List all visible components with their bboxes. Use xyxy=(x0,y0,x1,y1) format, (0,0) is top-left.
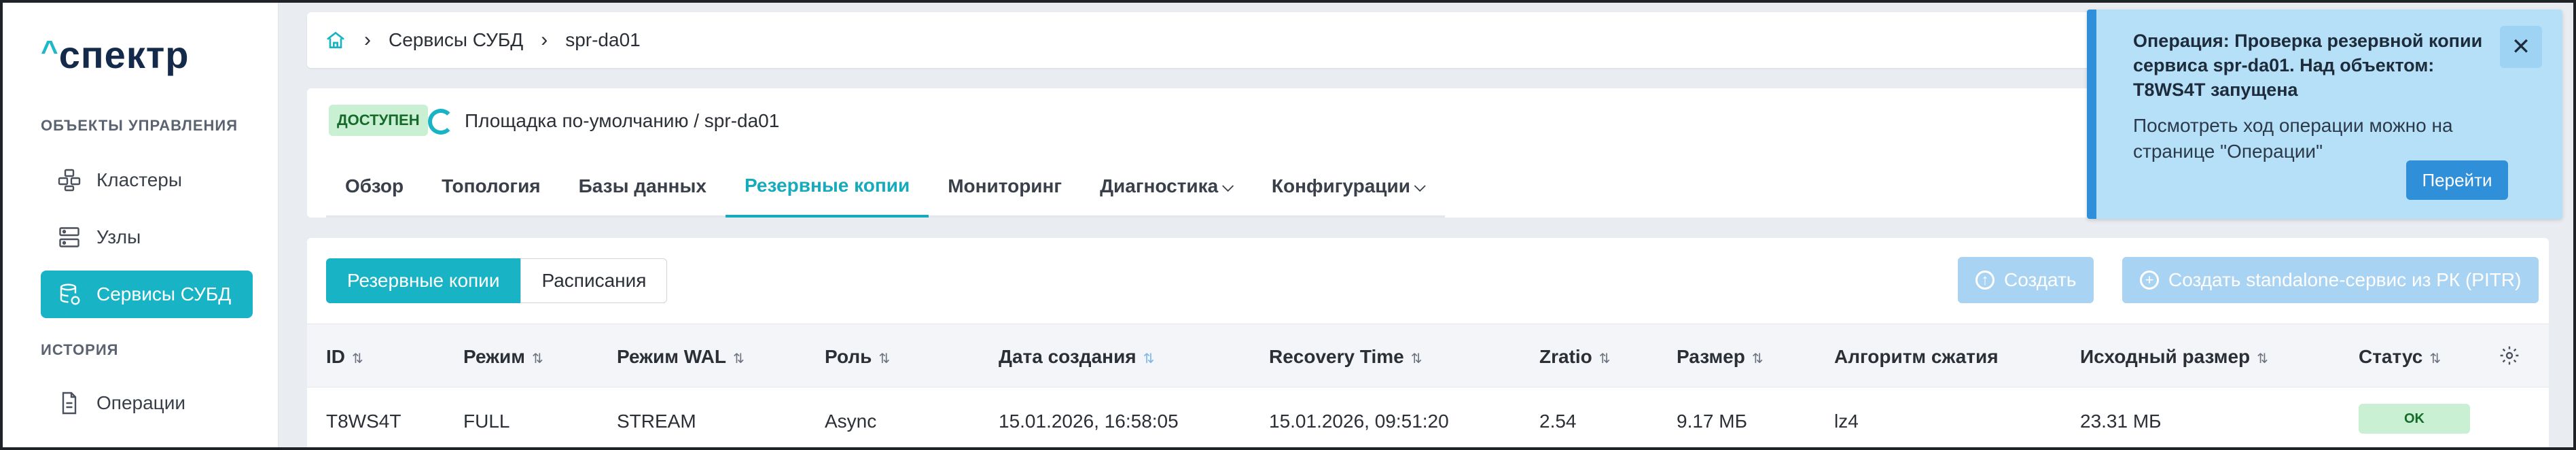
tab-label: Конфигурации xyxy=(1271,175,1410,196)
create-button[interactable]: ↑ Создать xyxy=(1958,257,2094,303)
cell-source-size: 23.31 МБ xyxy=(2080,411,2162,432)
cell-role: Async xyxy=(825,411,877,432)
sidebar-item-operations[interactable]: Операции xyxy=(41,379,253,427)
sort-icon: ⇅ xyxy=(878,351,891,366)
column-size[interactable]: Размер ⇅ xyxy=(1677,346,1764,368)
tab-databases[interactable]: Базы данных xyxy=(559,156,726,218)
subtab-backups[interactable]: Резервные копии xyxy=(326,258,521,303)
sidebar-item-label: Сервисы СУБД xyxy=(96,283,232,305)
subtab-switcher: Резервные копии Расписания xyxy=(326,258,668,303)
table-header: ID ⇅ Режим ⇅ Режим WAL ⇅ Роль ⇅ Дата создани… xyxy=(307,324,2549,387)
sort-icon: ⇅ xyxy=(2257,351,2268,366)
column-role[interactable]: Роль ⇅ xyxy=(825,346,890,368)
nav-section-objects: ОБЪЕКТЫ УПРАВЛЕНИЯ xyxy=(41,117,238,134)
cell-mode: FULL xyxy=(463,411,510,432)
status-badge: OK xyxy=(2359,404,2470,434)
sort-icon: ⇅ xyxy=(2429,351,2441,366)
gear-icon[interactable] xyxy=(2499,345,2520,366)
site-name[interactable]: Площадка по-умолчанию / xyxy=(465,110,699,131)
tab-monitoring[interactable]: Мониторинг xyxy=(929,156,1081,218)
sort-icon: ⇅ xyxy=(732,351,745,366)
status-badge: ДОСТУПЕН xyxy=(329,105,428,136)
sidebar-item-dbms-services[interactable]: Сервисы СУБД xyxy=(41,271,253,318)
chevron-down-icon: ⌵ xyxy=(1222,177,1234,194)
column-created[interactable]: Дата создания ⇅ xyxy=(999,346,1154,368)
sort-icon: ⇅ xyxy=(1751,351,1764,366)
create-button-label: Создать xyxy=(2004,269,2077,290)
backups-panel: Резервные копии Расписания ↑ Создать + С… xyxy=(307,238,2549,450)
server-icon xyxy=(59,227,79,247)
column-wal-mode[interactable]: Режим WAL ⇅ xyxy=(617,346,745,368)
go-to-operations-button[interactable]: Перейти xyxy=(2406,160,2508,200)
tab-configurations[interactable]: Конфигурации ⌵ xyxy=(1252,156,1445,218)
database-icon xyxy=(60,283,80,305)
operation-toast: Операция: Проверка резервной копии серви… xyxy=(2087,10,2562,219)
column-compression: Алгоритм сжатия xyxy=(1834,346,1999,367)
close-icon[interactable]: ✕ xyxy=(2500,26,2542,68)
sort-icon: ⇅ xyxy=(1598,351,1611,366)
create-standalone-button[interactable]: + Создать standalone-сервис из РК (PITR) xyxy=(2122,257,2539,303)
cell-recovery-time: 15.01.2026, 09:51:20 xyxy=(1269,411,1449,432)
loading-spinner-icon xyxy=(428,109,454,135)
column-recovery-time[interactable]: Recovery Time ⇅ xyxy=(1269,346,1422,368)
chevron-right-icon: › xyxy=(364,29,371,51)
column-mode[interactable]: Режим ⇅ xyxy=(463,346,543,368)
column-status[interactable]: Статус ⇅ xyxy=(2359,346,2441,368)
sidebar-item-label: Операции xyxy=(96,392,185,413)
sort-asc-icon: ⇅ xyxy=(1143,351,1155,366)
nav-section-history: ИСТОРИЯ xyxy=(41,341,119,358)
sort-icon: ⇅ xyxy=(352,351,363,366)
cell-created: 15.01.2026, 16:58:05 xyxy=(999,411,1179,432)
toast-title: Операция: Проверка резервной копии серви… xyxy=(2133,31,2483,100)
cell-wal-mode: STREAM xyxy=(617,411,696,432)
column-id[interactable]: ID ⇅ xyxy=(326,346,363,368)
sidebar: ^спектр ОБЪЕКТЫ УПРАВЛЕНИЯ Кластеры Узлы… xyxy=(3,3,279,447)
cell-size: 9.17 МБ xyxy=(1677,411,1747,432)
subtab-schedules[interactable]: Расписания xyxy=(520,258,668,303)
tab-diagnostics[interactable]: Диагностика ⌵ xyxy=(1081,156,1253,218)
sidebar-item-label: Узлы xyxy=(96,226,141,247)
object-path: Площадка по-умолчанию / spr-da01 xyxy=(465,110,779,132)
table-row[interactable]: T8WS4T FULL STREAM Async 15.01.2026, 16:… xyxy=(307,387,2549,450)
column-zratio[interactable]: Zratio ⇅ xyxy=(1539,346,1611,368)
tab-topology[interactable]: Топология xyxy=(423,156,560,218)
sort-icon: ⇅ xyxy=(531,351,543,366)
document-icon xyxy=(62,392,77,415)
plus-circle-icon: + xyxy=(2140,271,2159,290)
tab-bar: Обзор Топология Базы данных Резервные ко… xyxy=(326,156,1445,218)
cloud-upload-icon: ↑ xyxy=(1975,271,1994,290)
sidebar-item-label: Кластеры xyxy=(96,169,182,190)
chevron-down-icon: ⌵ xyxy=(1414,177,1426,194)
object-name: spr-da01 xyxy=(704,110,780,131)
app-logo[interactable]: ^спектр xyxy=(41,33,189,77)
cell-compression: lz4 xyxy=(1834,411,1859,432)
chevron-right-icon: › xyxy=(541,29,548,51)
tab-overview[interactable]: Обзор xyxy=(326,156,423,218)
toast-message: Посмотреть ход операции можно на страниц… xyxy=(2133,115,2453,162)
clusters-icon xyxy=(58,169,81,192)
home-icon[interactable] xyxy=(325,29,346,51)
sort-icon: ⇅ xyxy=(1410,351,1423,366)
breadcrumb-item-current: spr-da01 xyxy=(565,29,641,50)
cell-zratio: 2.54 xyxy=(1539,411,1577,432)
tab-label: Диагностика xyxy=(1100,175,1219,196)
sidebar-item-nodes[interactable]: Узлы xyxy=(41,213,253,261)
create-standalone-label: Создать standalone-сервис из РК (PITR) xyxy=(2168,269,2522,290)
breadcrumb-item-services[interactable]: Сервисы СУБД xyxy=(389,29,523,51)
column-source-size[interactable]: Исходный размер ⇅ xyxy=(2080,346,2268,368)
tab-backups[interactable]: Резервные копии xyxy=(725,156,929,218)
cell-id: T8WS4T xyxy=(326,411,401,432)
sidebar-item-clusters[interactable]: Кластеры xyxy=(41,156,253,204)
